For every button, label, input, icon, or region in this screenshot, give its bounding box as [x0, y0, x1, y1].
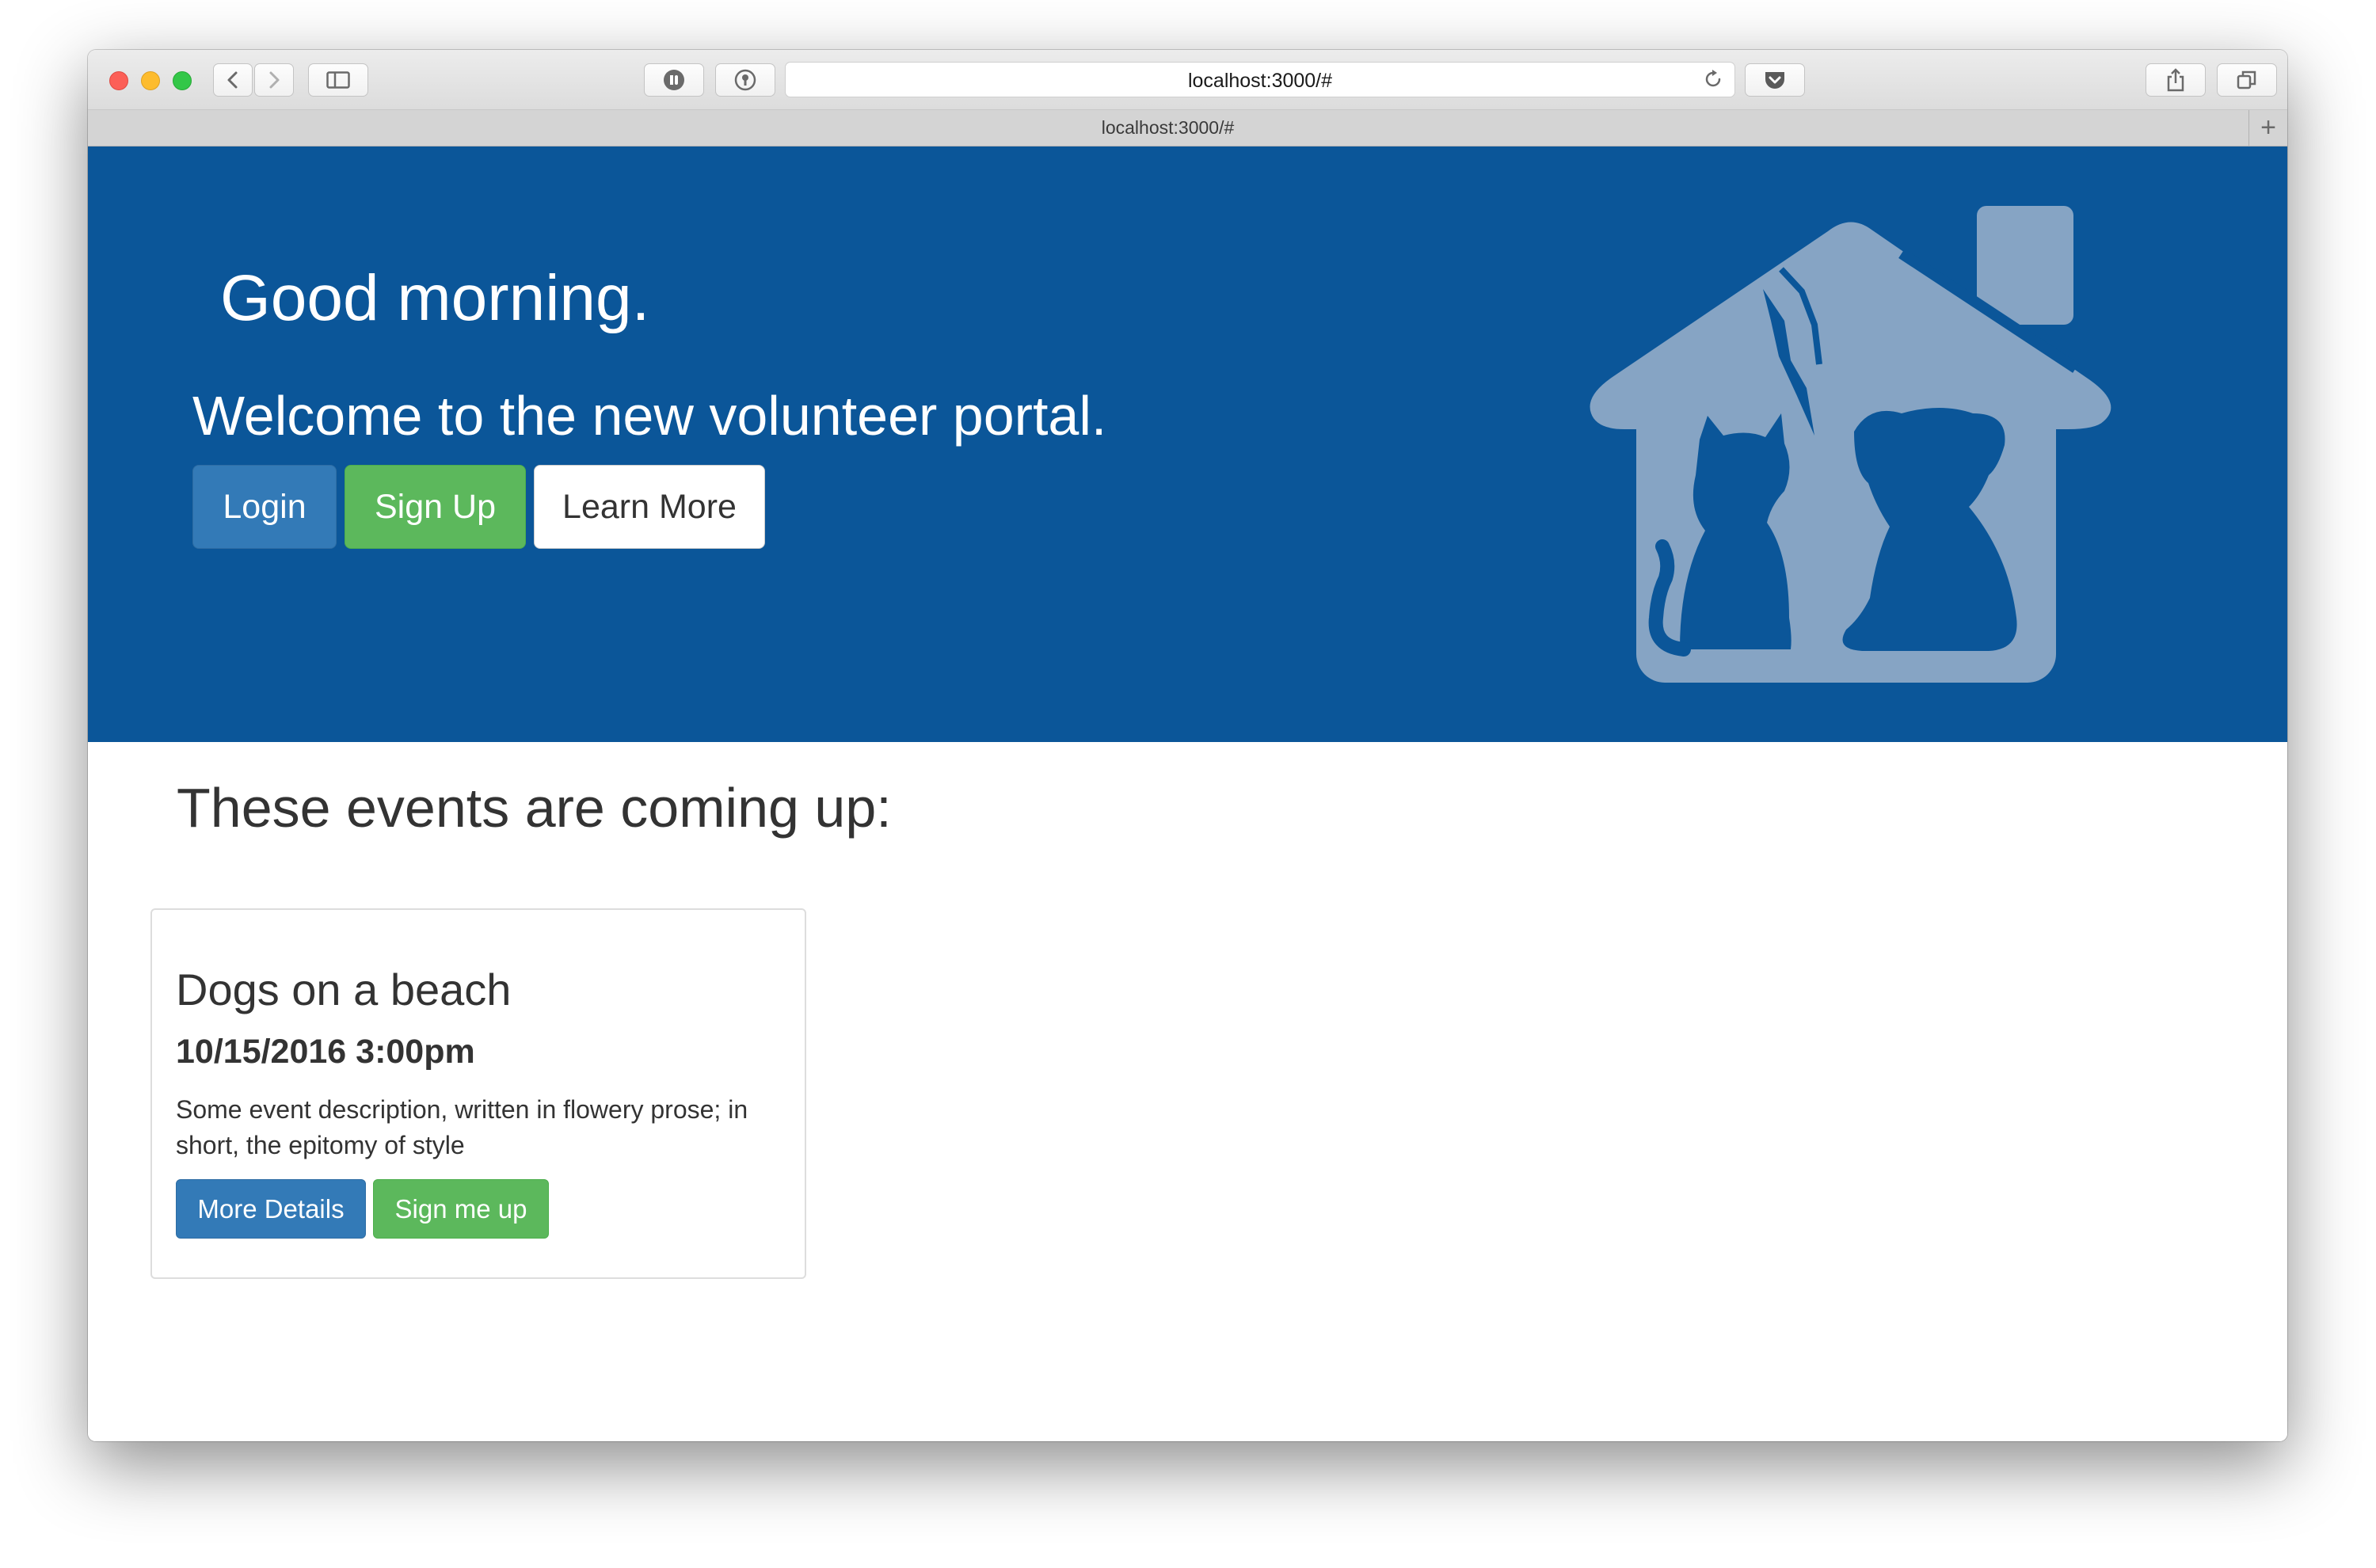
extension-icon: [734, 69, 756, 91]
pocket-button[interactable]: [1745, 63, 1805, 97]
tab-bar: localhost:3000/# +: [88, 110, 2287, 147]
browser-window: localhost:3000/# localhost:3000/# + Good…: [88, 50, 2287, 1441]
greeting-heading: Good morning.: [220, 262, 650, 334]
share-button[interactable]: [2146, 63, 2206, 97]
tabs-overview-button[interactable]: [2217, 63, 2277, 97]
sidebar-icon: [326, 71, 350, 89]
welcome-heading: Welcome to the new volunteer portal.: [192, 385, 1107, 447]
tab-localhost[interactable]: localhost:3000/#: [88, 117, 2248, 139]
forward-button[interactable]: [254, 63, 294, 97]
password-button[interactable]: [644, 63, 704, 97]
back-button[interactable]: [213, 63, 253, 97]
learn-more-button[interactable]: Learn More: [534, 465, 765, 549]
extension-button[interactable]: [715, 63, 775, 97]
new-tab-button[interactable]: +: [2248, 110, 2287, 146]
pocket-icon: [1765, 72, 1784, 89]
event-datetime: 10/15/2016 3:00pm: [176, 1033, 475, 1071]
password-icon: [664, 70, 684, 90]
event-description: Some event description, written in flowe…: [176, 1095, 748, 1159]
event-title: Dogs on a beach: [176, 965, 512, 1014]
title-bar: localhost:3000/#: [88, 50, 2287, 110]
login-button[interactable]: Login: [192, 465, 337, 549]
back-icon: [227, 71, 238, 89]
page-content: Good morning. Welcome to the new volunte…: [88, 147, 2287, 1441]
house-cat-dog-icon: [1590, 206, 2111, 683]
event-card: Dogs on a beach 10/15/2016 3:00pm Some e…: [150, 908, 806, 1279]
sign-me-up-button[interactable]: Sign me up: [373, 1179, 549, 1239]
address-bar[interactable]: localhost:3000/#: [785, 62, 1735, 97]
close-window-button[interactable]: [109, 71, 128, 90]
forward-icon: [269, 71, 280, 89]
minimize-window-button[interactable]: [141, 71, 160, 90]
events-heading: These events are coming up:: [177, 777, 892, 839]
sign-up-button[interactable]: Sign Up: [345, 465, 526, 549]
hero-banner: Good morning. Welcome to the new volunte…: [88, 147, 2287, 742]
sidebar-toggle-button[interactable]: [308, 63, 368, 97]
address-text: localhost:3000/#: [1187, 70, 1333, 92]
more-details-button[interactable]: More Details: [176, 1179, 366, 1239]
tabs-overview-icon: [2237, 70, 2256, 89]
maximize-window-button[interactable]: [173, 71, 192, 90]
reload-icon[interactable]: [1703, 69, 1723, 89]
share-icon: [2167, 68, 2184, 92]
